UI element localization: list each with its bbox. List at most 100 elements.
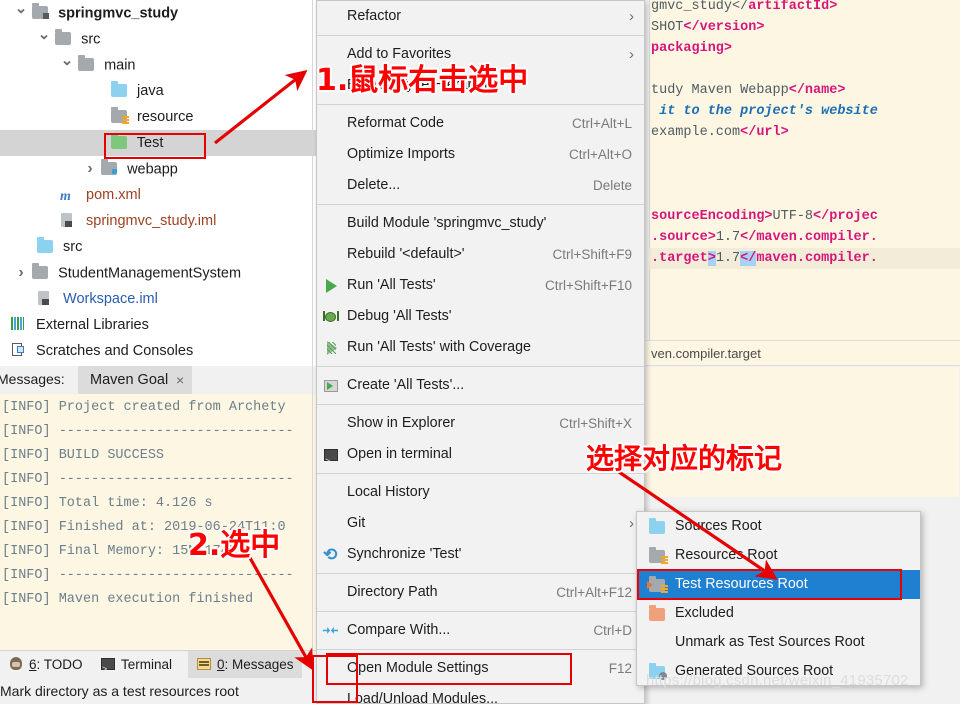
tree-label: Scratches and Consoles [36,343,194,359]
submenu-item-unmark-as-test-sources-root[interactable]: Unmark as Test Sources Root [637,628,920,657]
tab-todo[interactable]: 6: TODO [0,651,91,679]
submenu-item-excluded[interactable]: Excluded [637,599,920,628]
menu-item-label: Local History [347,484,430,500]
tab-messages[interactable]: 0: Messages [188,651,302,679]
tree-label: springmvc_study [58,5,179,22]
folder-grey-icon [78,55,95,72]
menu-item-label: Git [347,515,366,531]
expand-twisty-icon[interactable] [37,26,51,53]
messages-tab-bar: Messages: Maven Goal × [0,366,316,395]
menu-item-reformat-code[interactable]: Reformat Code Ctrl+Alt+L [317,108,644,139]
tree-row[interactable]: Workspace.iml [0,286,316,312]
folder-test-resources-icon [647,576,668,593]
menu-item-delete[interactable]: Delete... Delete [317,170,644,201]
iml-module-icon [60,213,77,228]
code-line: .source>1.7</maven.compiler. [651,230,878,245]
menu-separator [317,104,644,105]
menu-item-debug-all-tests[interactable]: Debug 'All Tests' [317,301,644,332]
maven-m-icon: m [60,189,71,204]
console-line: [INFO] Total time: 4.126 s [2,496,213,511]
menu-item-add-to-favorites[interactable]: Add to Favorites › [317,39,644,70]
tool-window-tab-bar: 6: TODO Terminal 0: Messages [0,650,316,684]
messages-icon [196,657,212,671]
code-line: SHOT</version> [651,20,765,35]
tree-row[interactable]: StudentManagementSystem [0,260,316,286]
menu-item-local-history[interactable]: Local History [317,477,644,508]
tab-terminal[interactable]: Terminal [92,651,180,684]
chevron-right-icon: › [629,8,634,25]
mark-directory-as-submenu[interactable]: Sources Root Resources Root Test Resourc… [636,511,921,686]
collapse-twisty-icon[interactable] [14,260,28,287]
submenu-item-label: Resources Root [675,547,778,563]
code-line: sourceEncoding>UTF-8</projec [651,209,878,224]
tree-row-test-selected[interactable]: Test [0,130,316,156]
console-line: [INFO] Project created from Archety [2,400,286,415]
expand-twisty-icon[interactable] [60,52,74,79]
console-line: [INFO] ----------------------------- [2,568,294,583]
menu-item-browse-type-hierarchy[interactable]: Browse Type Hierarchy [317,70,644,101]
tree-row[interactable]: springmvc_study [0,0,316,26]
menu-item-directory-path[interactable]: Directory Path Ctrl+Alt+F12 [317,577,644,608]
collapse-twisty-icon[interactable] [83,156,97,183]
maven-console-output[interactable]: [INFO] Project created from Archety [INF… [0,394,316,650]
submenu-item-sources-root[interactable]: Sources Root [637,512,920,541]
folder-blue-icon [649,518,667,534]
console-line: [INFO] ----------------------------- [2,472,294,487]
chevron-right-icon: › [629,46,634,63]
menu-item-rebuild[interactable]: Rebuild '<default>' Ctrl+Shift+F9 [317,239,644,270]
menu-item-create-all-tests[interactable]: Create 'All Tests'... [317,370,644,401]
menu-item-load-unload-modules[interactable]: Load/Unload Modules... [317,684,644,704]
tab-maven-goal[interactable]: Maven Goal × [78,366,193,394]
tree-row[interactable]: src [0,234,316,260]
code-line: tudy Maven Webapp</name> [651,83,846,98]
code-editor-pane[interactable]: gmvc_study</artifactId> SHOT</version> p… [645,0,960,366]
tree-row[interactable]: src [0,26,316,52]
submenu-item-resources-root[interactable]: Resources Root [637,541,920,570]
tree-label: Workspace.iml [63,291,158,307]
tree-row[interactable]: Scratches and Consoles [0,338,316,364]
menu-item-open-module-settings[interactable]: Open Module Settings F12 [317,653,644,684]
editor-gutter [645,0,650,366]
run-icon [323,278,339,294]
console-line: [INFO] ----------------------------- [2,424,294,439]
tree-row[interactable]: resource [0,104,316,130]
tree-row[interactable]: webapp [0,156,316,182]
menu-item-optimize-imports[interactable]: Optimize Imports Ctrl+Alt+O [317,139,644,170]
console-line: [INFO] BUILD SUCCESS [2,448,165,463]
coverage-icon [323,340,339,356]
menu-item-synchronize-test[interactable]: ⟲ Synchronize 'Test' [317,539,644,570]
menu-item-accel: Ctrl+Alt+L [571,116,632,131]
tree-row[interactable]: java [0,78,316,104]
code-line: .target>1.7</maven.compiler. [651,251,878,266]
folder-resources-icon [649,547,668,564]
status-bar-text: Mark directory as a test resources root [0,678,316,704]
menu-item-run-all-tests[interactable]: Run 'All Tests' Ctrl+Shift+F10 [317,270,644,301]
close-icon[interactable]: × [176,366,184,394]
menu-item-accel: Delete [592,178,632,193]
menu-item-show-in-explorer[interactable]: Show in Explorer Ctrl+Shift+X [317,408,644,439]
menu-item-run-with-coverage[interactable]: Run 'All Tests' with Coverage [317,332,644,363]
menu-item-label: Synchronize 'Test' [347,546,462,562]
menu-item-git[interactable]: Git › [317,508,644,539]
menu-item-open-in-terminal[interactable]: Open in terminal [317,439,644,478]
folder-orange-icon [649,605,667,621]
messages-tool-window[interactable]: Messages: Maven Goal × [INFO] Project cr… [0,366,316,704]
menu-item-compare-with[interactable]: Compare With... Ctrl+D [317,615,644,646]
project-tree-panel[interactable]: springmvc_study src main java resource T… [0,0,316,366]
expand-twisty-icon[interactable] [14,0,28,27]
menu-item-refactor[interactable]: Refactor › [317,1,644,32]
context-menu[interactable]: Refactor › Add to Favorites › Browse Typ… [316,0,645,704]
tree-row[interactable]: External Libraries [0,312,316,338]
tree-label: java [137,83,164,99]
tree-row[interactable]: main [0,52,316,78]
menu-separator [317,204,644,205]
tree-row[interactable]: m pom.xml [0,182,316,208]
menu-item-label: Delete... [347,177,401,193]
menu-item-label: Load/Unload Modules... [347,691,499,704]
submenu-item-test-resources-root[interactable]: Test Resources Root [637,570,920,599]
menu-item-build-module[interactable]: Build Module 'springmvc_study' [317,208,644,239]
tree-row[interactable]: springmvc_study.iml [0,208,316,234]
menu-item-label: Create 'All Tests'... [347,377,465,393]
tree-label: webapp [127,161,178,178]
menu-item-label: Open in terminal [347,446,452,462]
